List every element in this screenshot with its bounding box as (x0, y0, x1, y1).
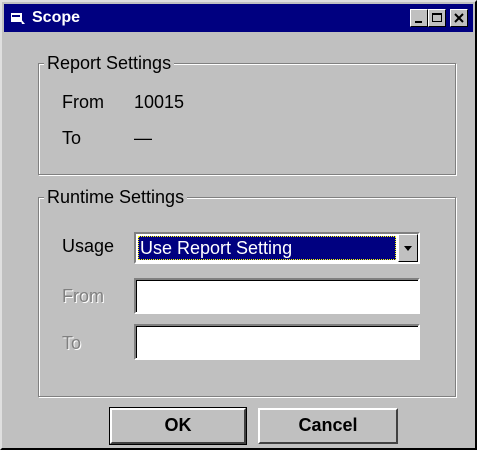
runtime-from-label: From (62, 286, 104, 306)
usage-selected-value[interactable]: Use Report Setting (138, 236, 396, 260)
runtime-to-label: To (62, 333, 82, 353)
runtime-to-field[interactable] (134, 324, 420, 360)
app-icon (11, 13, 25, 24)
usage-label: Usage (62, 236, 115, 256)
usage-dropdown[interactable]: Use Report Setting (134, 232, 420, 264)
minimize-button[interactable] (410, 9, 428, 27)
window-title: Scope (32, 9, 81, 26)
minimize-icon (415, 21, 422, 23)
runtime-settings-legend: Runtime Settings (44, 186, 188, 208)
close-button[interactable] (450, 9, 468, 27)
usage-dropdown-button[interactable] (398, 234, 418, 262)
cancel-button[interactable]: Cancel (258, 408, 398, 444)
close-icon (454, 13, 464, 23)
title-bar[interactable]: Scope (4, 4, 473, 32)
chevron-down-icon (404, 246, 412, 251)
scope-dialog: Scope Report Settings From 10015 To — Ru… (0, 0, 477, 450)
report-from-label: From (62, 92, 104, 112)
ok-button[interactable]: OK (109, 407, 247, 445)
report-settings-group (38, 63, 456, 175)
report-from-value: 10015 (134, 92, 185, 112)
runtime-from-field[interactable] (134, 278, 420, 314)
report-to-label: To (62, 128, 82, 148)
maximize-icon (432, 13, 442, 22)
report-settings-legend: Report Settings (44, 52, 175, 74)
maximize-button[interactable] (428, 9, 446, 27)
report-to-value: — (134, 128, 152, 148)
